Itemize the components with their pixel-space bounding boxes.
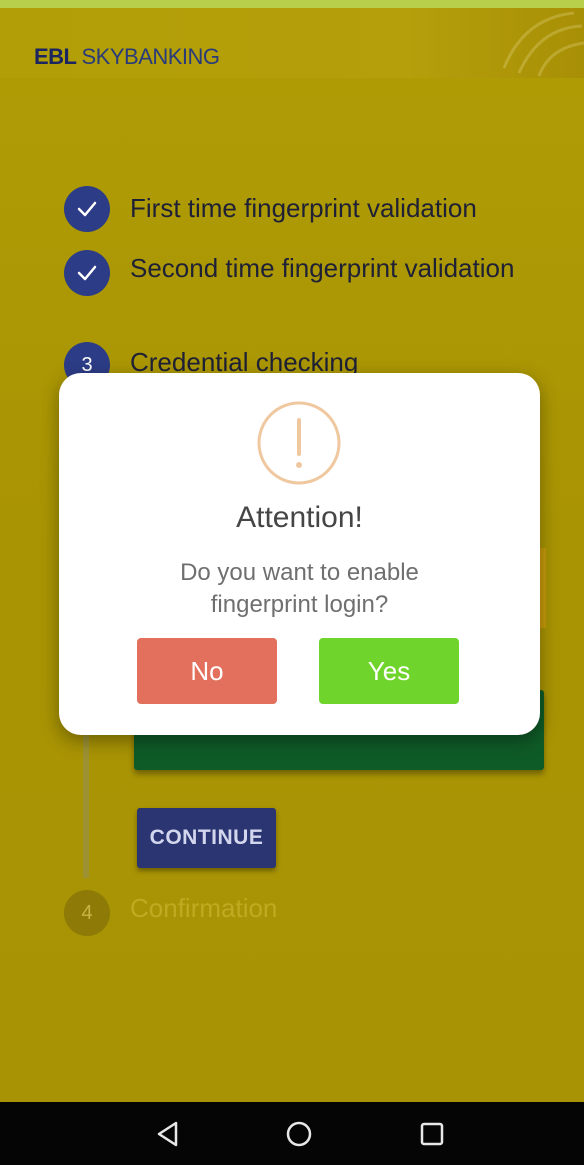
dialog-title: Attention! xyxy=(236,501,363,534)
step-first-fingerprint: First time fingerprint validation xyxy=(64,186,520,232)
app-screen: EBL SKYBANKING First time fingerprint val… xyxy=(0,0,584,1165)
step-1-label: First time fingerprint validation xyxy=(130,193,477,223)
dialog-message: Do you want to enable fingerprint login? xyxy=(180,559,419,618)
continue-button[interactable]: CONTINUE xyxy=(137,808,276,868)
header-watermark-icon xyxy=(502,11,584,77)
alert-icon xyxy=(257,401,341,485)
home-icon[interactable] xyxy=(283,1118,315,1150)
status-bar-accent xyxy=(0,0,584,8)
check-icon xyxy=(77,265,97,281)
brand-skybanking: SKYBANKING xyxy=(81,44,221,69)
step-second-fingerprint: Second time fingerprint validation xyxy=(64,250,520,296)
step-2-label: Second time fingerprint validation xyxy=(130,253,515,283)
fingerprint-dialog: Attention! Do you want to enable fingerp… xyxy=(59,373,540,735)
system-navigation-bar xyxy=(0,1102,584,1165)
brand-ebl: EBL xyxy=(34,44,77,69)
no-button[interactable]: No xyxy=(137,638,277,704)
step-1-circle xyxy=(64,186,110,232)
recents-icon[interactable] xyxy=(416,1118,448,1150)
step-4-circle: 4 xyxy=(64,890,110,936)
app-logo: EBL SKYBANKING xyxy=(34,44,220,70)
back-icon[interactable] xyxy=(152,1118,184,1150)
step-4-label: Confirmation xyxy=(130,893,278,923)
step-confirmation: 4 Confirmation xyxy=(64,890,520,936)
check-icon xyxy=(77,201,97,217)
yes-button[interactable]: Yes xyxy=(319,638,459,704)
step-2-circle xyxy=(64,250,110,296)
